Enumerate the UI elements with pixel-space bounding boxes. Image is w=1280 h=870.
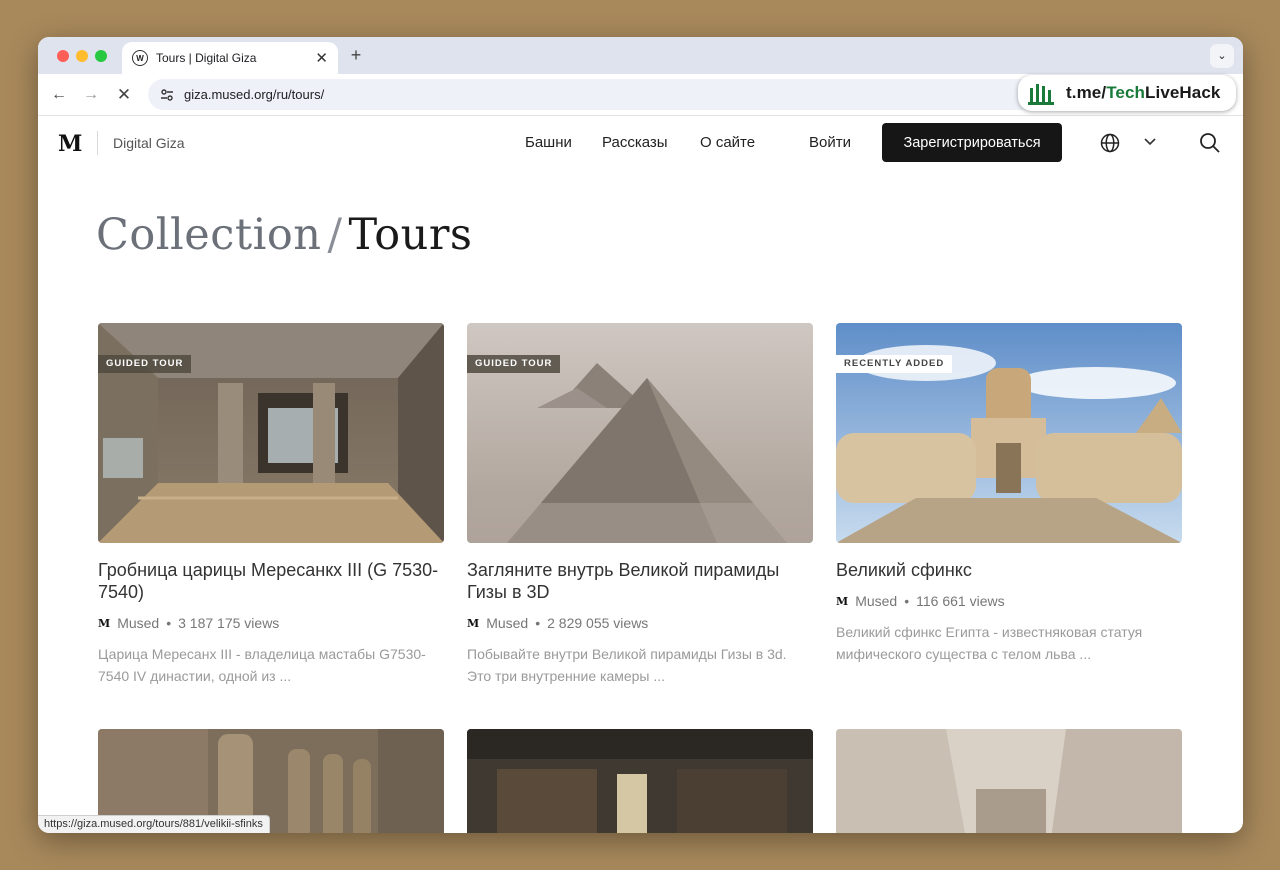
author-logo-icon: M [467, 616, 479, 630]
logo-divider [97, 131, 98, 155]
browser-tab[interactable]: W Tours | Digital Giza ✕ [122, 42, 338, 74]
badge-guided-tour: GUIDED TOUR [467, 355, 561, 373]
view-count: 3 187 175 views [178, 615, 280, 631]
view-count: 2 829 055 views [547, 615, 649, 631]
tour-meta: M Mused • 2 829 055 views [467, 615, 813, 631]
meta-separator: • [535, 615, 541, 631]
tour-image-row2-3[interactable] [836, 729, 1182, 833]
tour-card[interactable]: GUIDED TOUR Загляните внутрь Великой пир… [467, 323, 813, 687]
author-name[interactable]: Mused [855, 593, 897, 609]
tour-image-row2-2[interactable] [467, 729, 813, 833]
page-title: Collection / Tours [96, 210, 473, 260]
meta-separator: • [166, 615, 172, 631]
watermark-prefix: t.me/ [1066, 83, 1107, 102]
watermark-suffix: LiveHack [1145, 83, 1221, 102]
zoom-window-button[interactable] [95, 50, 107, 62]
brand-name[interactable]: Digital Giza [113, 135, 185, 151]
search-icon[interactable] [1199, 132, 1221, 154]
nav-link-stories[interactable]: Рассказы [602, 134, 668, 151]
site-header: M Digital Giza Башни Рассказы О сайте Во… [38, 117, 1243, 169]
tour-image-sphinx[interactable]: RECENTLY ADDED [836, 323, 1182, 543]
breadcrumb-separator: / [327, 210, 343, 260]
view-count: 116 661 views [916, 593, 1005, 609]
tour-meta: M Mused • 3 187 175 views [98, 615, 444, 631]
tour-title[interactable]: Гробница царицы Мересанкх III (G 7530-75… [98, 559, 444, 603]
tour-title[interactable]: Загляните внутрь Великой пирамиды Гизы в… [467, 559, 813, 603]
tour-description: Побывайте внутри Великой пирамиды Гизы в… [467, 646, 787, 684]
tour-title[interactable]: Великий сфинкс [836, 559, 1182, 581]
badge-guided-tour: GUIDED TOUR [98, 355, 192, 373]
forward-arrow-icon[interactable]: → [80, 84, 102, 106]
breadcrumb-collection[interactable]: Collection [96, 210, 321, 260]
techlivehack-logo-icon [1028, 84, 1054, 105]
tab-strip: W Tours | Digital Giza ✕ + ⌄ [38, 37, 1243, 74]
watermark-highlight: Tech [1106, 83, 1146, 102]
signup-button[interactable]: Зарегистрироваться [882, 123, 1062, 162]
tour-meta: M Mused • 116 661 views [836, 593, 1182, 609]
browser-window: W Tours | Digital Giza ✕ + ⌄ ← → ✕ giza.… [38, 37, 1243, 833]
tab-close-icon[interactable]: ✕ [315, 49, 328, 67]
back-arrow-icon[interactable]: ← [48, 84, 70, 106]
telegram-watermark: t.me/TechLiveHack [1018, 75, 1236, 111]
globe-icon[interactable] [1100, 133, 1120, 153]
chevron-down-icon[interactable] [1142, 133, 1158, 149]
nav-link-about[interactable]: О сайте [700, 134, 755, 151]
tour-image-tomb[interactable]: GUIDED TOUR [98, 323, 444, 543]
mused-logo[interactable]: M [58, 131, 82, 157]
author-logo-icon: M [836, 594, 848, 608]
author-logo-icon: M [98, 616, 110, 630]
author-name[interactable]: Mused [117, 615, 159, 631]
breadcrumb-tours: Tours [348, 210, 473, 260]
author-name[interactable]: Mused [486, 615, 528, 631]
stop-loading-icon[interactable]: ✕ [113, 84, 135, 106]
meta-separator: • [904, 593, 910, 609]
url-text: giza.mused.org/ru/tours/ [184, 87, 325, 102]
badge-recently-added: RECENTLY ADDED [836, 355, 953, 373]
close-window-button[interactable] [57, 50, 69, 62]
minimize-window-button[interactable] [76, 50, 88, 62]
site-favicon-icon: W [132, 50, 148, 66]
nav-link-towers[interactable]: Башни [525, 134, 572, 151]
login-link[interactable]: Войти [809, 134, 851, 151]
tour-card[interactable]: RECENTLY ADDED Великий сфинкс M Mused • … [836, 323, 1182, 665]
new-tab-button[interactable]: + [346, 45, 366, 65]
tab-title: Tours | Digital Giza [156, 51, 257, 65]
link-preview-status: https://giza.mused.org/tours/881/velikii… [38, 815, 270, 833]
tab-search-chevron-icon[interactable]: ⌄ [1210, 44, 1234, 68]
site-settings-icon[interactable] [158, 86, 176, 104]
tour-description: Царица Мересанх III - владелица мастабы … [98, 646, 426, 684]
tour-description: Великий сфинкс Египта - известняковая ст… [836, 624, 1143, 662]
tour-card[interactable]: GUIDED TOUR Гробница царицы Мересанкх II… [98, 323, 444, 687]
tour-image-pyramid[interactable]: GUIDED TOUR [467, 323, 813, 543]
